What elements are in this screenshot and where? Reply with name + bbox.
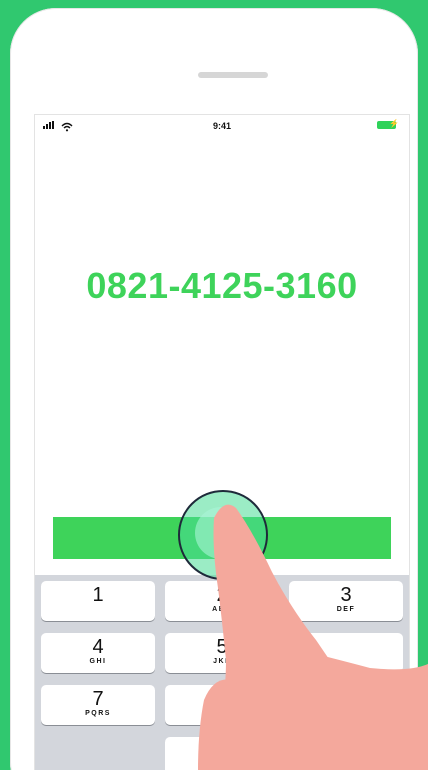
key-letters <box>165 689 279 690</box>
key-letters: ABC <box>212 606 232 613</box>
key-letters <box>289 689 403 690</box>
key-letters: PQRS <box>85 710 111 717</box>
key-letters: JKL <box>213 658 231 665</box>
keypad: 1 2 ABC 3 DEF 4 GHI 5 JKL 7 PQRS <box>35 575 409 770</box>
key-8[interactable] <box>165 685 279 725</box>
status-time: 9:41 <box>212 121 231 131</box>
tap-indicator-center <box>195 507 247 559</box>
key-1[interactable]: 1 <box>41 581 155 621</box>
key-0[interactable] <box>165 737 279 770</box>
battery-charging-icon: ⚡ <box>377 119 399 129</box>
key-5[interactable]: 5 JKL <box>165 633 279 673</box>
key-7[interactable]: 7 PQRS <box>41 685 155 725</box>
dialed-number: 0821-4125-3160 <box>86 265 358 306</box>
status-bar: 9:41 ⚡ <box>35 115 409 135</box>
key-letters: DEF <box>336 606 356 613</box>
key-2[interactable]: 2 ABC <box>165 581 279 621</box>
key-digit: 5 <box>216 636 228 658</box>
key-letters: GHI <box>89 658 107 665</box>
key-letters <box>165 741 279 742</box>
key-3[interactable]: 3 DEF <box>289 581 403 621</box>
key-9[interactable] <box>289 685 403 725</box>
phone-screen: 9:41 ⚡ 0821-4125-3160 1 2 ABC 3 DEF 4 GH… <box>34 114 410 770</box>
key-digit: 1 <box>92 584 104 606</box>
key-digit: 7 <box>92 688 104 710</box>
phone-speaker <box>198 72 268 78</box>
key-digit: 4 <box>92 636 104 658</box>
key-6[interactable] <box>289 633 403 673</box>
key-letters <box>289 637 403 638</box>
key-4[interactable]: 4 GHI <box>41 633 155 673</box>
key-digit: 3 <box>340 584 352 606</box>
key-digit: 2 <box>216 584 228 606</box>
